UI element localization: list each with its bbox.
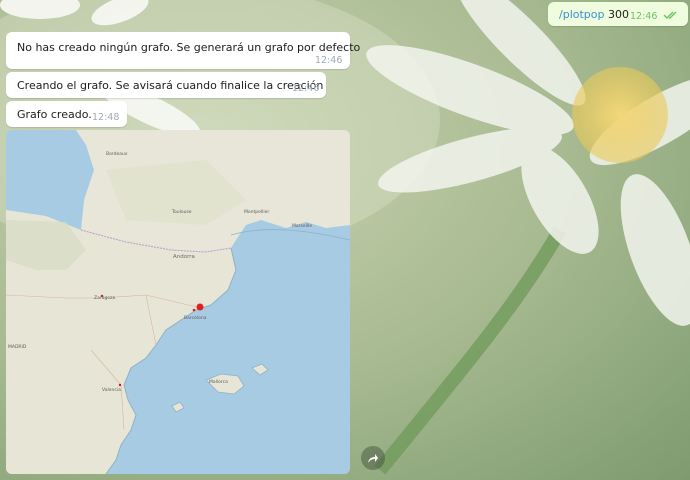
message-time: 12:46 [630,11,658,22]
map-image [6,130,350,474]
map-label-madrid: MADRID [8,345,27,350]
map-label-zaragoza: Zaragoza [94,296,116,301]
map-label-valencia: Valencia [102,388,121,393]
map-label-bordeaux: Bordeaux [106,152,128,157]
map-label-mallorca: Mallorca [209,380,228,385]
map-label-andorra: Andorra [173,254,195,260]
double-check-icon [663,10,679,23]
command-link[interactable]: /plotpop [559,8,604,21]
map-label-toulouse: Toulouse [172,210,192,215]
incoming-message: Creando el grafo. Se avisará cuando fina… [6,72,326,98]
map-marker [196,303,204,311]
map-label-marseille: Marseille [292,224,313,229]
message-text: No has creado ningún grafo. Se generará … [17,41,361,54]
message-time: 12:48 [92,112,120,123]
message-time: 12:46 [292,83,320,94]
message-text: /plotpop 300 [559,8,629,21]
incoming-message: Grafo creado. 12:48 [6,101,127,127]
message-text: Creando el grafo. Se avisará cuando fina… [17,79,324,92]
outgoing-message: /plotpop 300 12:46 [548,2,688,26]
map-label-barcelona: Barcelona [184,316,207,321]
map-label-montpellier: Montpellier [244,210,270,215]
message-text: Grafo creado. [17,108,92,121]
map-photo[interactable]: Andorra MADRID Toulouse Montpellier Mars… [6,130,350,474]
share-arrow-icon [367,449,379,468]
message-time: 12:46 [315,55,343,66]
command-argument: 300 [607,8,629,21]
share-button[interactable] [361,446,385,470]
incoming-message: No has creado ningún grafo. Se generará … [6,32,360,69]
